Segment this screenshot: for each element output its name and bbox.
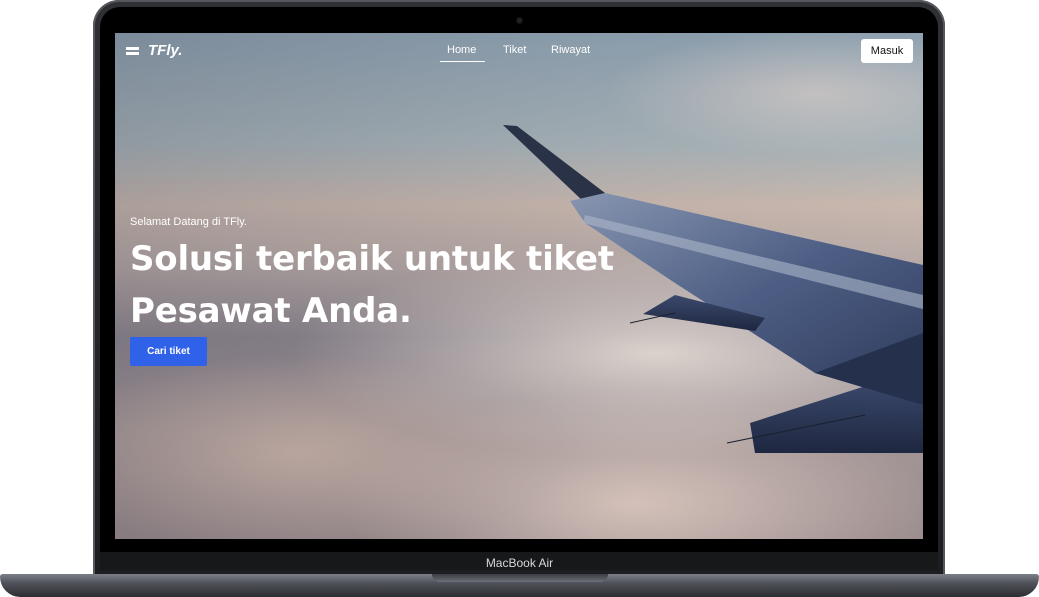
brand-logo[interactable]: TFly. — [148, 42, 182, 59]
hero-headline-line-1: Solusi terbaik untuk tiket — [130, 239, 614, 279]
nav-link-tiket[interactable]: Tiket — [503, 44, 526, 56]
nav-link-riwayat[interactable]: Riwayat — [551, 44, 590, 56]
search-ticket-button[interactable]: Cari tiket — [130, 337, 207, 366]
nav-link-home[interactable]: Home — [447, 44, 476, 56]
hero-headline-line-2: Pesawat Anda. — [130, 291, 412, 331]
website-screen: TFly. Home Tiket Riwayat Masuk Selamat D… — [115, 33, 923, 539]
login-button[interactable]: Masuk — [861, 39, 913, 63]
camera-icon — [517, 18, 522, 23]
hero-headline: Solusi terbaik untuk tiket Pesawat Anda. — [130, 233, 690, 337]
hero-greeting: Selamat Datang di TFly. — [130, 216, 247, 228]
laptop-hinge-notch — [432, 574, 608, 582]
ticket-icon — [126, 47, 139, 55]
device-model-label: MacBook Air — [485, 556, 554, 570]
active-nav-indicator — [440, 61, 485, 62]
